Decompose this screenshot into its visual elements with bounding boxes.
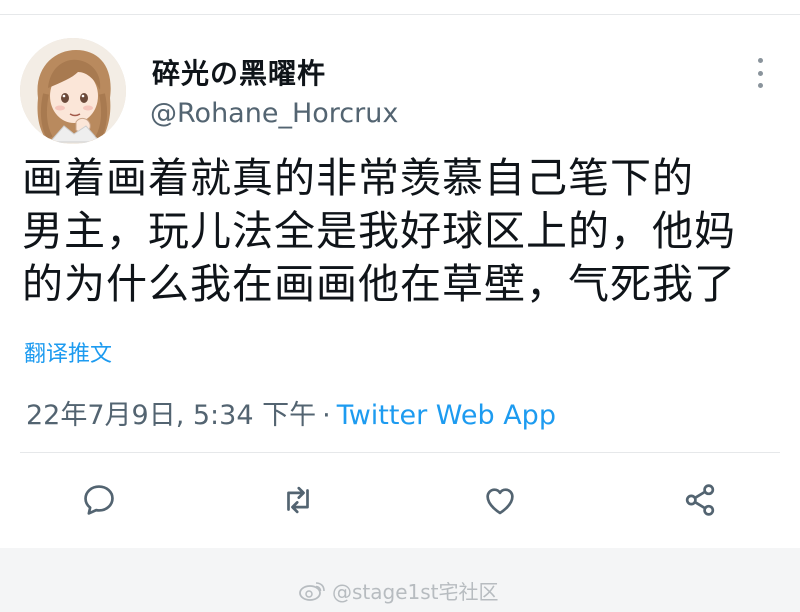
tweet-card: 碎光の黑曜杵 @Rohane_Horcrux 画着画着就真的非常羡慕自己笔下的 … bbox=[0, 0, 800, 548]
tweet-text: 画着画着就真的非常羡慕自己笔下的 男主，玩儿法全是我好球区上的，他妈 的为什么我… bbox=[22, 152, 782, 311]
reply-button[interactable] bbox=[77, 478, 121, 522]
top-divider bbox=[0, 14, 800, 15]
like-icon bbox=[486, 488, 514, 515]
action-bar bbox=[0, 470, 800, 530]
avatar-illustration bbox=[20, 38, 126, 144]
meta-separator: · bbox=[322, 400, 331, 431]
avatar[interactable] bbox=[20, 38, 126, 144]
tweet-text-line: 的为什么我在画画他在草壁，气死我了 bbox=[22, 260, 736, 308]
timestamp[interactable]: 22年7月9日, 5:34 下午 bbox=[26, 400, 316, 431]
share-button[interactable] bbox=[678, 478, 722, 522]
watermark-text: @stage1st宅社区 bbox=[332, 580, 499, 604]
retweet-icon bbox=[287, 486, 309, 514]
tweet-meta: 22年7月9日, 5:34 下午 · Twitter Web App bbox=[26, 393, 556, 432]
watermark: @stage1st宅社区 bbox=[298, 576, 499, 605]
meta-divider bbox=[20, 452, 780, 453]
more-options-icon[interactable] bbox=[750, 58, 770, 88]
weibo-logo bbox=[299, 581, 325, 601]
like-button[interactable] bbox=[478, 478, 522, 522]
translate-tweet-link[interactable]: 翻译推文 bbox=[24, 336, 112, 368]
user-handle[interactable]: @Rohane_Horcrux bbox=[150, 98, 398, 129]
tweet-text-line: 画着画着就真的非常羡慕自己笔下的 bbox=[22, 154, 694, 202]
tweet-text-line: 男主，玩儿法全是我好球区上的，他妈 bbox=[22, 207, 736, 255]
display-name[interactable]: 碎光の黑曜杵 bbox=[152, 52, 326, 92]
retweet-button[interactable] bbox=[276, 478, 320, 522]
share-icon bbox=[685, 484, 715, 516]
source-link[interactable]: Twitter Web App bbox=[337, 400, 556, 431]
reply-icon bbox=[84, 485, 114, 515]
